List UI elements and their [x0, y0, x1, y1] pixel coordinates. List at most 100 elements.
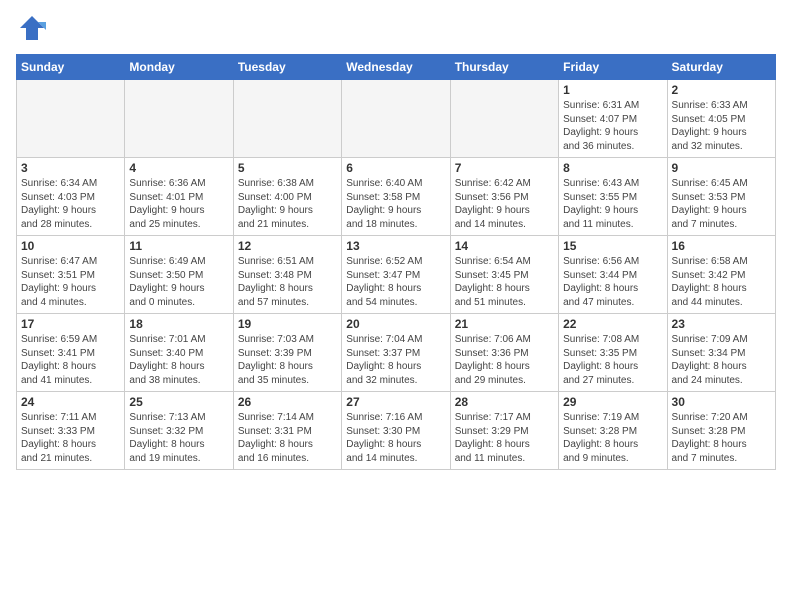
calendar-cell: 29 Sunrise: 7:19 AM Sunset: 3:28 PM Dayli… — [559, 392, 667, 470]
day-detail: Sunrise: 6:33 AM Sunset: 4:05 PM Dayligh… — [672, 99, 771, 153]
page-header — [16, 12, 776, 44]
calendar-table: SundayMondayTuesdayWednesdayThursdayFrid… — [16, 54, 776, 470]
day-number: 8 — [563, 161, 662, 175]
weekday-header-saturday: Saturday — [667, 55, 775, 80]
day-number: 13 — [346, 239, 445, 253]
calendar-cell: 22 Sunrise: 7:08 AM Sunset: 3:35 PM Dayli… — [559, 314, 667, 392]
day-number: 25 — [129, 395, 228, 409]
calendar-cell — [233, 80, 341, 158]
page-container: SundayMondayTuesdayWednesdayThursdayFrid… — [0, 0, 792, 478]
day-detail: Sunrise: 7:13 AM Sunset: 3:32 PM Dayligh… — [129, 411, 228, 465]
day-detail: Sunrise: 6:47 AM Sunset: 3:51 PM Dayligh… — [21, 255, 120, 309]
day-detail: Sunrise: 6:52 AM Sunset: 3:47 PM Dayligh… — [346, 255, 445, 309]
day-detail: Sunrise: 7:14 AM Sunset: 3:31 PM Dayligh… — [238, 411, 337, 465]
day-detail: Sunrise: 6:58 AM Sunset: 3:42 PM Dayligh… — [672, 255, 771, 309]
calendar-cell: 16Sunrise: 6:58 AM Sunset: 3:42 PM Dayli… — [667, 236, 775, 314]
calendar-week-3: 10Sunrise: 6:47 AM Sunset: 3:51 PM Dayli… — [17, 236, 776, 314]
calendar-cell: 23 Sunrise: 7:09 AM Sunset: 3:34 PM Dayli… — [667, 314, 775, 392]
calendar-cell: 10Sunrise: 6:47 AM Sunset: 3:51 PM Dayli… — [17, 236, 125, 314]
calendar-cell: 4 Sunrise: 6:36 AM Sunset: 4:01 PM Daylig… — [125, 158, 233, 236]
calendar-cell — [125, 80, 233, 158]
day-detail: Sunrise: 6:49 AM Sunset: 3:50 PM Dayligh… — [129, 255, 228, 309]
day-detail: Sunrise: 7:09 AM Sunset: 3:34 PM Dayligh… — [672, 333, 771, 387]
calendar-cell: 11 Sunrise: 6:49 AM Sunset: 3:50 PM Dayli… — [125, 236, 233, 314]
day-number: 22 — [563, 317, 662, 331]
day-number: 6 — [346, 161, 445, 175]
day-number: 28 — [455, 395, 554, 409]
day-detail: Sunrise: 6:34 AM Sunset: 4:03 PM Dayligh… — [21, 177, 120, 231]
day-number: 5 — [238, 161, 337, 175]
calendar-cell: 18Sunrise: 7:01 AM Sunset: 3:40 PM Dayli… — [125, 314, 233, 392]
day-number: 29 — [563, 395, 662, 409]
calendar-cell: 6 Sunrise: 6:40 AM Sunset: 3:58 PM Daylig… — [342, 158, 450, 236]
day-detail: Sunrise: 7:16 AM Sunset: 3:30 PM Dayligh… — [346, 411, 445, 465]
day-number: 21 — [455, 317, 554, 331]
calendar-cell: 8 Sunrise: 6:43 AM Sunset: 3:55 PM Daylig… — [559, 158, 667, 236]
calendar-cell: 25 Sunrise: 7:13 AM Sunset: 3:32 PM Dayli… — [125, 392, 233, 470]
calendar-cell: 12 Sunrise: 6:51 AM Sunset: 3:48 PM Dayli… — [233, 236, 341, 314]
day-number: 1 — [563, 83, 662, 97]
calendar-cell — [450, 80, 558, 158]
day-detail: Sunrise: 7:08 AM Sunset: 3:35 PM Dayligh… — [563, 333, 662, 387]
weekday-header-tuesday: Tuesday — [233, 55, 341, 80]
weekday-header-thursday: Thursday — [450, 55, 558, 80]
calendar-cell: 20 Sunrise: 7:04 AM Sunset: 3:37 PM Dayli… — [342, 314, 450, 392]
logo — [16, 12, 52, 44]
day-detail: Sunrise: 7:04 AM Sunset: 3:37 PM Dayligh… — [346, 333, 445, 387]
day-number: 17 — [21, 317, 120, 331]
calendar-cell: 9 Sunrise: 6:45 AM Sunset: 3:53 PM Daylig… — [667, 158, 775, 236]
day-detail: Sunrise: 7:01 AM Sunset: 3:40 PM Dayligh… — [129, 333, 228, 387]
calendar-cell — [342, 80, 450, 158]
day-detail: Sunrise: 6:43 AM Sunset: 3:55 PM Dayligh… — [563, 177, 662, 231]
day-number: 3 — [21, 161, 120, 175]
calendar-week-5: 24 Sunrise: 7:11 AM Sunset: 3:33 PM Dayli… — [17, 392, 776, 470]
calendar-cell — [17, 80, 125, 158]
calendar-cell: 15 Sunrise: 6:56 AM Sunset: 3:44 PM Dayli… — [559, 236, 667, 314]
day-detail: Sunrise: 7:20 AM Sunset: 3:28 PM Dayligh… — [672, 411, 771, 465]
day-number: 14 — [455, 239, 554, 253]
day-number: 26 — [238, 395, 337, 409]
day-detail: Sunrise: 6:59 AM Sunset: 3:41 PM Dayligh… — [21, 333, 120, 387]
weekday-header-row: SundayMondayTuesdayWednesdayThursdayFrid… — [17, 55, 776, 80]
day-detail: Sunrise: 7:17 AM Sunset: 3:29 PM Dayligh… — [455, 411, 554, 465]
day-number: 7 — [455, 161, 554, 175]
calendar-cell: 3 Sunrise: 6:34 AM Sunset: 4:03 PM Daylig… — [17, 158, 125, 236]
day-detail: Sunrise: 7:11 AM Sunset: 3:33 PM Dayligh… — [21, 411, 120, 465]
day-detail: Sunrise: 7:19 AM Sunset: 3:28 PM Dayligh… — [563, 411, 662, 465]
day-detail: Sunrise: 7:03 AM Sunset: 3:39 PM Dayligh… — [238, 333, 337, 387]
calendar-cell: 13 Sunrise: 6:52 AM Sunset: 3:47 PM Dayli… — [342, 236, 450, 314]
day-number: 30 — [672, 395, 771, 409]
calendar-week-2: 3 Sunrise: 6:34 AM Sunset: 4:03 PM Daylig… — [17, 158, 776, 236]
day-detail: Sunrise: 6:45 AM Sunset: 3:53 PM Dayligh… — [672, 177, 771, 231]
day-detail: Sunrise: 6:40 AM Sunset: 3:58 PM Dayligh… — [346, 177, 445, 231]
weekday-header-wednesday: Wednesday — [342, 55, 450, 80]
day-detail: Sunrise: 6:31 AM Sunset: 4:07 PM Dayligh… — [563, 99, 662, 153]
day-detail: Sunrise: 6:51 AM Sunset: 3:48 PM Dayligh… — [238, 255, 337, 309]
day-detail: Sunrise: 6:36 AM Sunset: 4:01 PM Dayligh… — [129, 177, 228, 231]
day-number: 20 — [346, 317, 445, 331]
calendar-cell: 7 Sunrise: 6:42 AM Sunset: 3:56 PM Daylig… — [450, 158, 558, 236]
day-number: 15 — [563, 239, 662, 253]
calendar-cell: 17 Sunrise: 6:59 AM Sunset: 3:41 PM Dayli… — [17, 314, 125, 392]
day-number: 12 — [238, 239, 337, 253]
calendar-cell: 28 Sunrise: 7:17 AM Sunset: 3:29 PM Dayli… — [450, 392, 558, 470]
day-number: 4 — [129, 161, 228, 175]
calendar-cell: 21Sunrise: 7:06 AM Sunset: 3:36 PM Dayli… — [450, 314, 558, 392]
day-number: 11 — [129, 239, 228, 253]
calendar-cell: 27Sunrise: 7:16 AM Sunset: 3:30 PM Dayli… — [342, 392, 450, 470]
day-number: 2 — [672, 83, 771, 97]
weekday-header-monday: Monday — [125, 55, 233, 80]
weekday-header-friday: Friday — [559, 55, 667, 80]
day-detail: Sunrise: 6:42 AM Sunset: 3:56 PM Dayligh… — [455, 177, 554, 231]
calendar-cell: 2 Sunrise: 6:33 AM Sunset: 4:05 PM Daylig… — [667, 80, 775, 158]
day-detail: Sunrise: 6:56 AM Sunset: 3:44 PM Dayligh… — [563, 255, 662, 309]
day-number: 23 — [672, 317, 771, 331]
logo-icon — [16, 12, 48, 44]
day-detail: Sunrise: 6:38 AM Sunset: 4:00 PM Dayligh… — [238, 177, 337, 231]
calendar-cell: 5 Sunrise: 6:38 AM Sunset: 4:00 PM Daylig… — [233, 158, 341, 236]
calendar-cell: 30 Sunrise: 7:20 AM Sunset: 3:28 PM Dayli… — [667, 392, 775, 470]
calendar-week-1: 1 Sunrise: 6:31 AM Sunset: 4:07 PM Daylig… — [17, 80, 776, 158]
day-number: 19 — [238, 317, 337, 331]
day-number: 24 — [21, 395, 120, 409]
day-number: 9 — [672, 161, 771, 175]
